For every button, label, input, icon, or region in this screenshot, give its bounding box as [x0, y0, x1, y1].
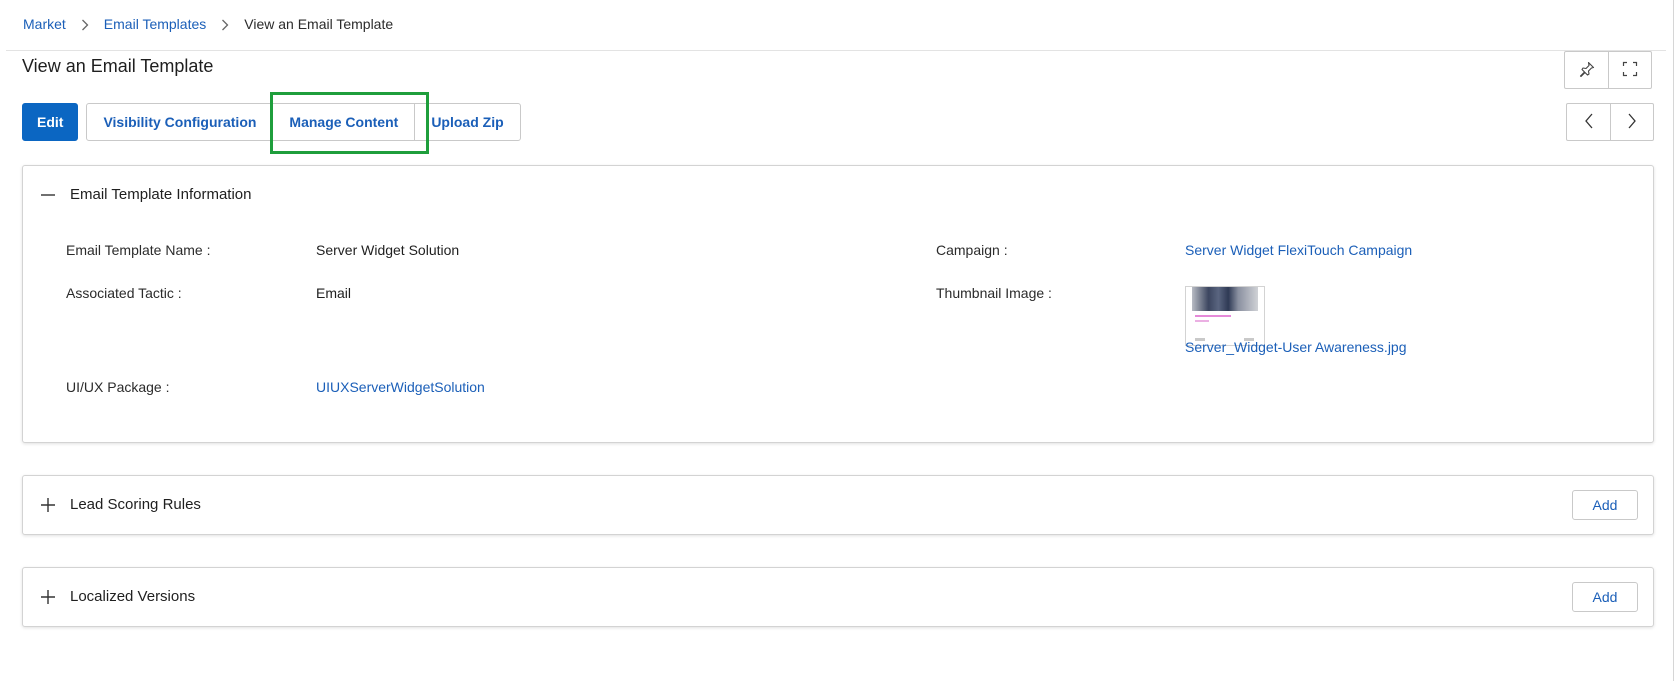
localized-versions-header: Localized Versions [39, 588, 195, 605]
upload-zip-button[interactable]: Upload Zip [414, 103, 521, 141]
add-lead-scoring-rule-button[interactable]: Add [1572, 490, 1638, 520]
associated-tactic-label: Associated Tactic : [66, 285, 182, 301]
header-icon-group [1564, 51, 1652, 89]
edit-button[interactable]: Edit [22, 103, 79, 141]
breadcrumb-email-templates-link[interactable]: Email Templates [104, 16, 206, 32]
chevron-right-icon [1627, 113, 1637, 132]
campaign-link[interactable]: Server Widget FlexiTouch Campaign [1185, 242, 1412, 258]
localized-versions-title: Localized Versions [70, 588, 196, 605]
thumbnail-image-label: Thumbnail Image : [936, 285, 1052, 301]
lead-scoring-title: Lead Scoring Rules [70, 496, 201, 513]
associated-tactic-value: Email [316, 285, 352, 301]
localized-versions-panel: Localized Versions Add [22, 567, 1654, 627]
manage-content-button[interactable]: Manage Content [272, 103, 416, 141]
action-toolbar: Edit Visibility Configuration Manage Con… [22, 103, 521, 141]
page-title: View an Email Template [22, 56, 214, 76]
lead-scoring-rules-panel: Lead Scoring Rules Add [22, 475, 1654, 535]
breadcrumb-current: View an Email Template [244, 16, 394, 32]
page: Market Email Templates View an Email Tem… [6, 0, 1666, 681]
thumbnail-text-line [1195, 315, 1231, 317]
breadcrumb-market-link[interactable]: Market [23, 16, 66, 32]
thumbnail-text-line [1195, 320, 1209, 322]
email-template-name-value: Server Widget Solution [316, 242, 460, 258]
email-template-information-panel: Email Template Information Email Templat… [22, 165, 1654, 443]
email-template-name-label: Email Template Name : [66, 242, 211, 258]
next-record-button[interactable] [1610, 104, 1653, 140]
breadcrumb-chevron-icon [206, 16, 244, 32]
fullscreen-button[interactable] [1608, 52, 1651, 88]
visibility-configuration-button[interactable]: Visibility Configuration [86, 103, 274, 141]
thumbnail-photo [1192, 287, 1258, 311]
collapse-icon[interactable] [39, 186, 56, 203]
breadcrumb: Market Email Templates View an Email Tem… [23, 16, 393, 32]
breadcrumb-chevron-icon [66, 16, 104, 32]
expand-icon[interactable] [39, 496, 56, 513]
uiux-package-link[interactable]: UIUXServerWidgetSolution [316, 379, 485, 395]
header-divider [6, 50, 1666, 51]
fullscreen-icon [1622, 61, 1638, 80]
record-nav-group [1566, 103, 1654, 141]
info-panel-title: Email Template Information [70, 186, 252, 203]
thumbnail-file-link[interactable]: Server_Widget-User Awareness.jpg [1185, 339, 1407, 355]
lead-scoring-header: Lead Scoring Rules [39, 496, 201, 513]
previous-record-button[interactable] [1567, 104, 1610, 140]
campaign-label: Campaign : [936, 242, 1008, 258]
info-panel-header: Email Template Information [39, 186, 251, 203]
uiux-package-label: UI/UX Package : [66, 379, 170, 395]
add-localized-version-button[interactable]: Add [1572, 582, 1638, 612]
chevron-left-icon [1584, 113, 1594, 132]
pin-icon [1579, 61, 1595, 80]
pin-button[interactable] [1565, 52, 1608, 88]
expand-icon[interactable] [39, 588, 56, 605]
window-edge [1673, 0, 1674, 681]
thumbnail-image[interactable] [1185, 286, 1265, 346]
